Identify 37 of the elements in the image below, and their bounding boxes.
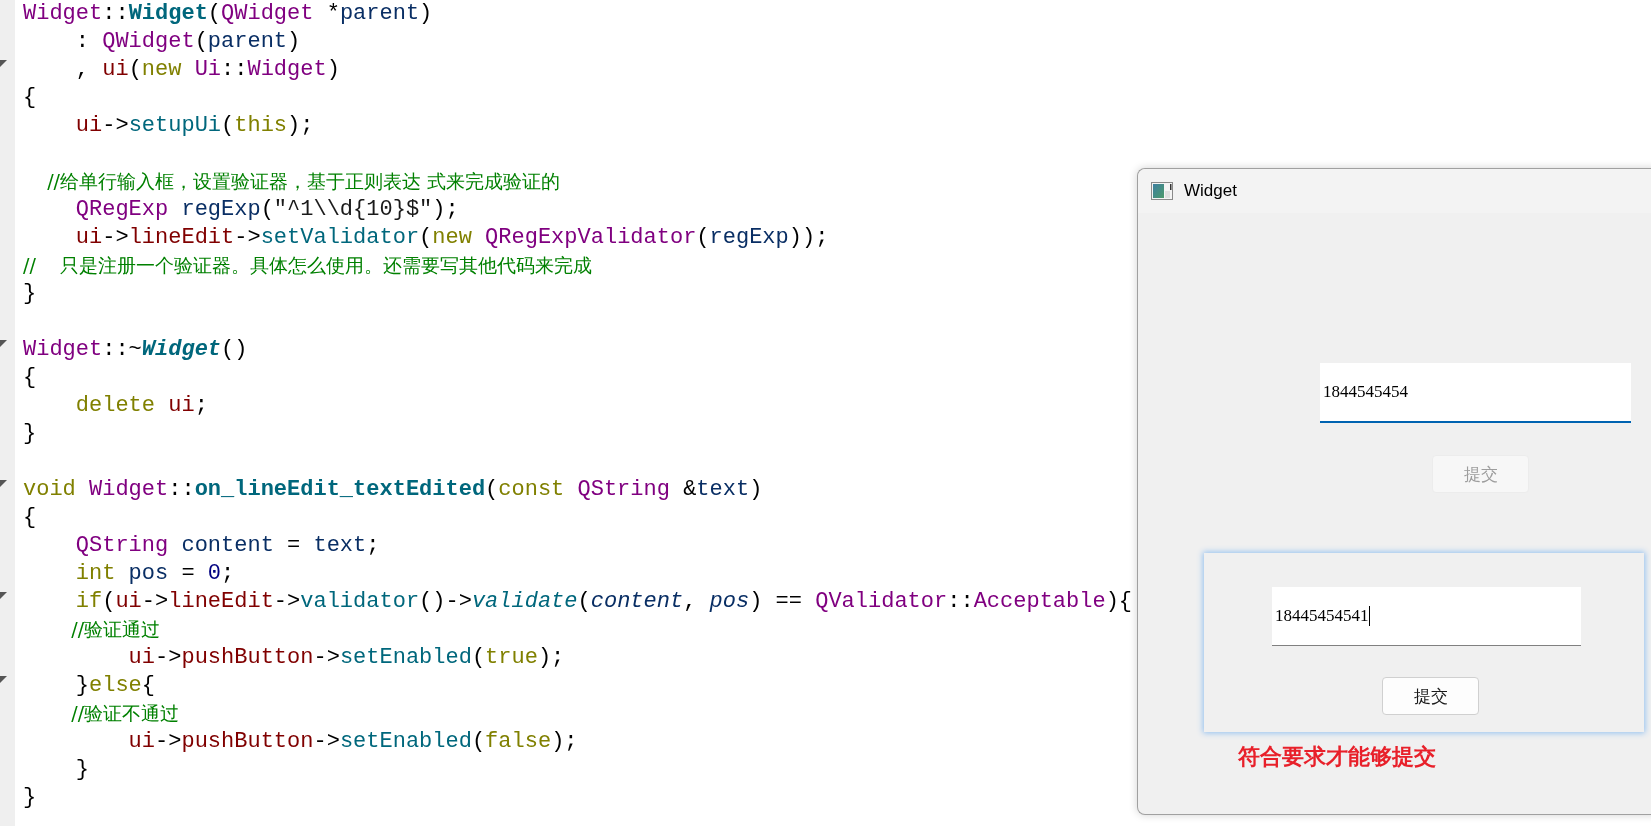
code-line: //验证通过 — [70, 617, 161, 642]
code-line: Widget::~Widget() — [23, 336, 248, 364]
code-line: //验证不通过 — [70, 701, 180, 726]
code-line: } — [74, 756, 89, 784]
code-line: QRegExp regExp("^1\\d{10}$"); — [74, 196, 459, 224]
fold-triangle-icon[interactable] — [0, 60, 7, 67]
fold-triangle-icon[interactable] — [0, 480, 7, 487]
window-app-icon — [1151, 182, 1173, 200]
code-line: QString content = text; — [74, 532, 380, 560]
submit-button[interactable]: 提交 — [1382, 677, 1479, 715]
code-line: ui->setupUi(this); — [74, 112, 314, 140]
code-line: } — [23, 420, 37, 448]
code-line: : QWidget(parent) — [74, 28, 301, 56]
code-line: } — [23, 280, 37, 308]
code-line: { — [23, 364, 37, 392]
fold-triangle-icon[interactable] — [0, 340, 7, 347]
code-line: }else{ — [74, 672, 156, 700]
code-line: ui->lineEdit->setValidator(new QRegExpValidator(regExp)); — [74, 224, 829, 252]
fold-triangle-icon[interactable] — [0, 592, 7, 599]
line-edit-field[interactable]: 18445454541 — [1272, 587, 1581, 646]
code-line: delete ui; — [74, 392, 208, 420]
annotation-text: 符合要求才能够提交 — [1238, 743, 1436, 771]
code-line: , ui(new Ui::Widget) — [74, 56, 340, 84]
window-title: Widget — [1184, 181, 1237, 201]
code-line: void Widget::on_lineEdit_textEdited(const QString &text) — [23, 476, 763, 504]
code-line: ui->pushButton->setEnabled(true); — [127, 644, 565, 672]
fold-triangle-icon[interactable] — [0, 676, 7, 683]
code-line: if(ui->lineEdit->validator()->validate(content, pos) == QValidator::Acceptable){ — [74, 588, 1133, 616]
code-line: // 只是注册一个验证器。具体怎么使用。还需要写其他代码来完成 — [23, 253, 592, 278]
code-line: { — [23, 84, 37, 112]
line-edit-field[interactable]: 1844545454 — [1320, 363, 1631, 423]
code-line: ui->pushButton->setEnabled(false); — [127, 728, 578, 756]
code-line: int pos = 0; — [74, 560, 235, 588]
code-line: Widget::Widget(QWidget *parent) — [23, 0, 433, 28]
code-line: } — [23, 784, 37, 812]
code-line: { — [23, 504, 37, 532]
code-line: //给单行输入框，设置验证器，基于正则表达 式来完成验证的 — [46, 169, 560, 194]
